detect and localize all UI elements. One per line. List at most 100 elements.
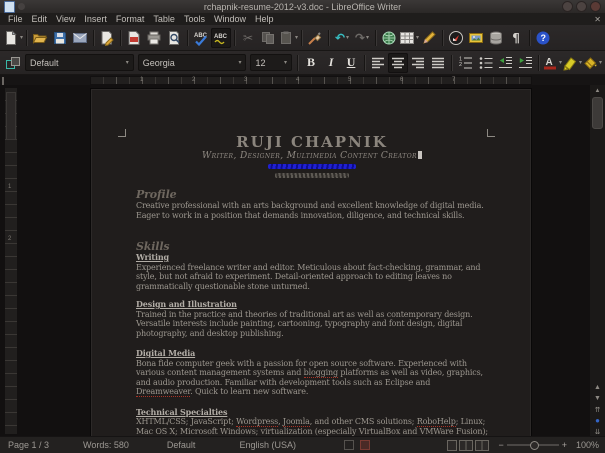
document-modified-icon[interactable] [359,440,370,450]
vertical-ruler[interactable]: 1 2 [4,87,18,435]
scrollbar-thumb[interactable] [592,97,603,129]
language-indicator[interactable]: English (USA) [231,440,304,450]
draw-functions-button[interactable] [419,28,439,48]
navigation-dot-icon[interactable]: ● [590,415,605,426]
maximize-button[interactable] [576,1,587,12]
page-style-indicator[interactable]: Default [159,440,204,450]
zoom-level[interactable]: 100% [576,440,605,450]
italic-button[interactable]: I [321,53,341,73]
menu-window[interactable]: Window [210,14,250,24]
close-document-icon[interactable]: ✕ [594,15,601,24]
hyperlink-button[interactable] [379,28,399,48]
status-bar: Page 1 / 3 Words: 580 Default English (U… [0,436,605,453]
undo-button[interactable]: ↶ ▾ [332,28,352,48]
decrease-indent-icon [498,57,512,68]
data-sources-button[interactable] [486,28,506,48]
menu-tools[interactable]: Tools [180,14,209,24]
cut-button[interactable]: ✂ [238,28,258,48]
vertical-scrollbar[interactable]: ▲ ▲ ▼ ⇈ ● ⇊ [589,85,605,437]
resume-name-heading: RUJI CHAPNIK [236,133,388,151]
bullets-button[interactable] [475,53,495,73]
svg-text:?: ? [541,33,547,43]
previous-page-icon[interactable]: ⇈ [590,404,605,415]
background-color-button[interactable]: ▾ [582,53,602,73]
document-canvas[interactable]: 1 2 RUJI CHAPNIK Writer, Designer, Multi… [0,85,605,437]
toolbar-separator [364,54,366,71]
email-envelope-icon [73,32,88,43]
title-bar: rchapnik-resume-2012-v3.doc - LibreOffic… [0,0,605,13]
shade-button[interactable] [562,1,573,12]
view-multi-page-icon[interactable] [459,439,474,451]
increase-indent-button[interactable] [515,53,535,73]
open-button[interactable] [30,28,50,48]
scroll-up-icon[interactable]: ▲ [590,382,605,393]
menu-format[interactable]: Format [112,14,149,24]
view-book-icon[interactable] [475,439,490,451]
page-preview-button[interactable] [164,28,184,48]
menu-help[interactable]: Help [251,14,278,24]
insert-mode-icon[interactable] [343,440,354,450]
bold-button[interactable]: B [301,53,321,73]
email-button[interactable] [70,28,90,48]
text-boundary-corner [487,129,495,137]
window-menu-icon[interactable] [18,3,25,10]
scroll-down-icon[interactable]: ▼ [590,393,605,404]
ruler-number: 4 [296,77,300,83]
page-indicator[interactable]: Page 1 / 3 [0,440,57,450]
document-page[interactable]: RUJI CHAPNIK Writer, Designer, Multimedi… [90,88,532,437]
ruler-number: 6 [400,77,404,83]
table-grid-icon [400,31,415,44]
toolbar-separator [301,29,303,46]
clone-formatting-button[interactable] [305,28,325,48]
align-left-button[interactable] [368,53,388,73]
menu-insert[interactable]: Insert [80,14,111,24]
copy-button[interactable] [258,28,278,48]
help-button[interactable]: ? [533,28,553,48]
document-content[interactable]: RUJI CHAPNIK Writer, Designer, Multimedi… [136,133,488,437]
font-color-button[interactable]: A ▾ [542,53,562,73]
font-name-select[interactable]: Georgia ▾ [137,54,247,71]
styles-button[interactable] [3,53,23,73]
view-layout-buttons [447,439,490,451]
menu-view[interactable]: View [52,14,79,24]
new-document-button[interactable]: ▾ [3,28,23,48]
redo-button[interactable]: ↷ ▾ [352,28,372,48]
zoom-out-icon[interactable]: − [495,440,506,450]
edit-file-button[interactable] [97,28,117,48]
toolbar-separator [375,29,377,46]
align-center-button[interactable] [388,52,409,73]
zoom-slider[interactable] [506,441,559,450]
menu-table[interactable]: Table [149,14,179,24]
scroll-up-icon[interactable]: ▲ [590,85,605,96]
navigator-button[interactable] [446,28,466,48]
paragraph-style-select[interactable]: Default ▾ [25,54,134,71]
font-name-value: Georgia [142,57,175,68]
export-pdf-button[interactable] [124,28,144,48]
auto-spellcheck-button[interactable]: ABC [211,27,232,48]
view-single-page-icon[interactable] [447,439,458,451]
gallery-button[interactable] [466,28,486,48]
underline-button[interactable]: U [341,53,361,73]
insert-table-button[interactable]: ▾ [399,28,419,48]
numbering-button[interactable]: 12 [455,53,475,73]
menu-edit[interactable]: Edit [28,14,52,24]
font-size-select[interactable]: 12 ▾ [250,54,293,71]
spelling-button[interactable]: ABC [191,28,211,48]
save-button[interactable] [50,28,70,48]
paste-button[interactable]: ▾ [278,28,298,48]
formatting-marks-button[interactable]: ¶ [506,28,526,48]
close-button[interactable] [590,1,601,12]
word-count[interactable]: Words: 580 [75,440,137,450]
decrease-indent-button[interactable] [495,53,515,73]
zoom-slider-handle[interactable] [530,441,540,450]
justify-button[interactable] [428,53,448,73]
menu-file[interactable]: File [4,14,27,24]
horizontal-ruler[interactable]: 1 2 3 4 5 6 7 [90,76,532,85]
highlighting-button[interactable]: ▾ [562,53,582,73]
align-right-button[interactable] [408,53,428,73]
print-button[interactable] [144,28,164,48]
paint-can-icon [584,56,597,69]
zoom-in-icon[interactable]: + [559,440,570,450]
navigator-compass-icon [449,30,464,45]
paintbrush-icon [308,31,322,45]
